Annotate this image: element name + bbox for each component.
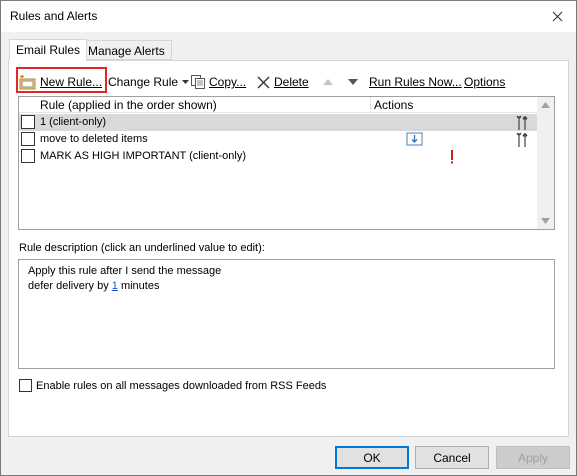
cancel-button[interactable]: Cancel bbox=[415, 446, 489, 469]
close-button[interactable] bbox=[544, 4, 570, 28]
arrow-up-icon bbox=[323, 79, 333, 85]
window-title: Rules and Alerts bbox=[10, 9, 98, 23]
ok-button[interactable]: OK bbox=[335, 446, 409, 469]
dropdown-arrow-icon bbox=[182, 80, 190, 84]
rss-rules-label: Enable rules on all messages downloaded … bbox=[36, 379, 327, 392]
rules-list[interactable]: Rule (applied in the order shown) Action… bbox=[18, 96, 555, 230]
rule-name: 1 (client-only) bbox=[40, 116, 107, 128]
rule-name: move to deleted items bbox=[40, 133, 148, 145]
rules-list-header: Rule (applied in the order shown) Action… bbox=[19, 97, 538, 113]
rule-enabled-checkbox[interactable] bbox=[21, 132, 35, 146]
rule-enabled-checkbox[interactable] bbox=[21, 149, 35, 163]
move-up-button[interactable] bbox=[323, 71, 333, 93]
copy-icon bbox=[190, 74, 206, 90]
title-bar: Rules and Alerts bbox=[1, 1, 576, 32]
rule-name: MARK AS HIGH IMPORTANT (client-only) bbox=[40, 150, 246, 162]
high-importance-icon bbox=[449, 149, 455, 168]
move-down-button[interactable] bbox=[348, 71, 358, 93]
tab-manage-alerts[interactable]: Manage Alerts bbox=[81, 40, 172, 60]
scroll-up-arrow-icon[interactable] bbox=[541, 102, 550, 108]
rule-description-box: Apply this rule after I send the message… bbox=[18, 259, 555, 369]
tab-email-rules[interactable]: Email Rules bbox=[9, 39, 88, 61]
rule-enabled-checkbox[interactable] bbox=[21, 115, 35, 129]
copy-button[interactable]: Copy... bbox=[190, 71, 246, 93]
description-line-1: Apply this rule after I send the message bbox=[28, 265, 222, 277]
options-button[interactable]: Options bbox=[464, 71, 505, 93]
rule-row[interactable]: 1 (client-only) bbox=[19, 114, 538, 131]
rss-rules-checkbox[interactable] bbox=[19, 379, 32, 392]
delete-button[interactable]: Delete bbox=[256, 71, 309, 93]
arrow-down-icon bbox=[348, 79, 358, 85]
column-divider bbox=[370, 97, 371, 113]
rule-row[interactable]: move to deleted items bbox=[19, 131, 538, 148]
description-line-2: defer delivery by 1 minutes bbox=[28, 280, 160, 292]
change-rule-button[interactable]: Change Rule bbox=[108, 71, 190, 93]
close-icon bbox=[552, 11, 562, 21]
column-header-rule[interactable]: Rule (applied in the order shown) bbox=[40, 98, 217, 112]
rules-list-scrollbar[interactable] bbox=[537, 97, 554, 229]
rss-rules-option[interactable]: Enable rules on all messages downloaded … bbox=[19, 379, 326, 392]
rules-and-alerts-dialog: Rules and Alerts Email Rules Manage Aler… bbox=[0, 0, 577, 476]
scroll-down-arrow-icon[interactable] bbox=[541, 218, 550, 224]
column-header-actions[interactable]: Actions bbox=[374, 98, 413, 112]
rule-row[interactable]: MARK AS HIGH IMPORTANT (client-only) bbox=[19, 148, 538, 165]
email-rules-panel: New Rule... Change Rule Copy... Delete R… bbox=[8, 60, 569, 437]
run-rules-now-button[interactable]: Run Rules Now... bbox=[369, 71, 462, 93]
apply-button[interactable]: Apply bbox=[496, 446, 570, 469]
new-rule-highlight bbox=[16, 67, 107, 93]
rule-description-label: Rule description (click an underlined va… bbox=[19, 242, 265, 254]
delete-x-icon bbox=[256, 75, 271, 90]
